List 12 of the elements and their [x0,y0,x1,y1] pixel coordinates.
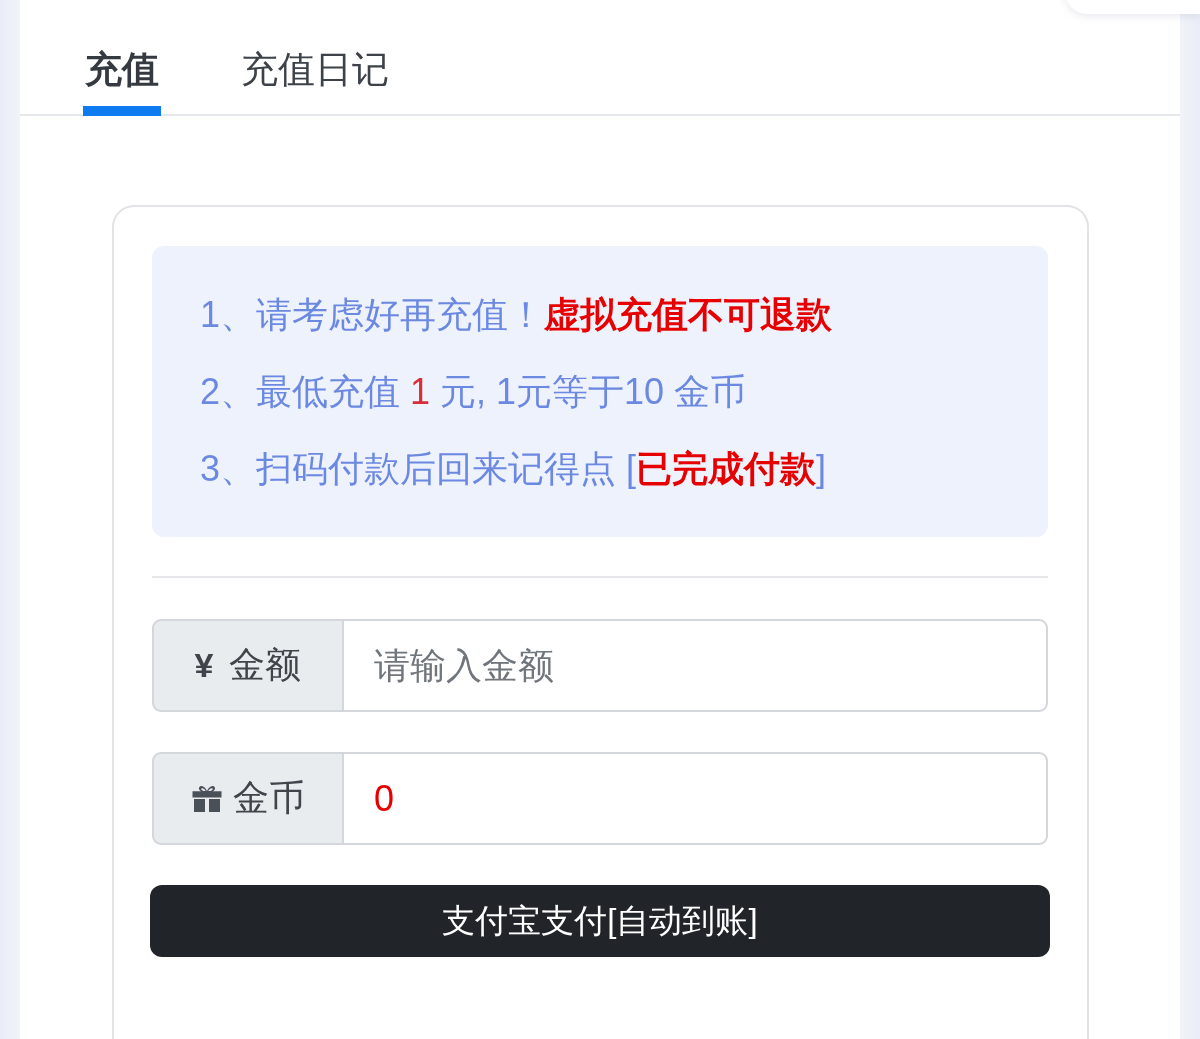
amount-input[interactable]: 请输入金额 [344,619,1048,712]
notice-line: 1、请考虑好再充值！虚拟充值不可退款 [200,293,834,337]
notice-line: 2、最低充值 1 元, 1元等于10 金币 [200,370,748,414]
coins-input[interactable]: 0 [344,752,1048,845]
tab[interactable]: 充值 [83,0,161,116]
field-label: 金币 [233,776,305,820]
gift-icon [191,784,223,813]
field-label: 金额 [229,643,302,687]
currency-symbol: ¥ [194,646,214,685]
tab[interactable]: 充值日记 [239,0,391,116]
notice-line: 3、扫码付款后回来记得点 [已完成付款] [200,447,828,491]
pay-button[interactable]: 支付宝支付[自动到账] [150,885,1050,957]
